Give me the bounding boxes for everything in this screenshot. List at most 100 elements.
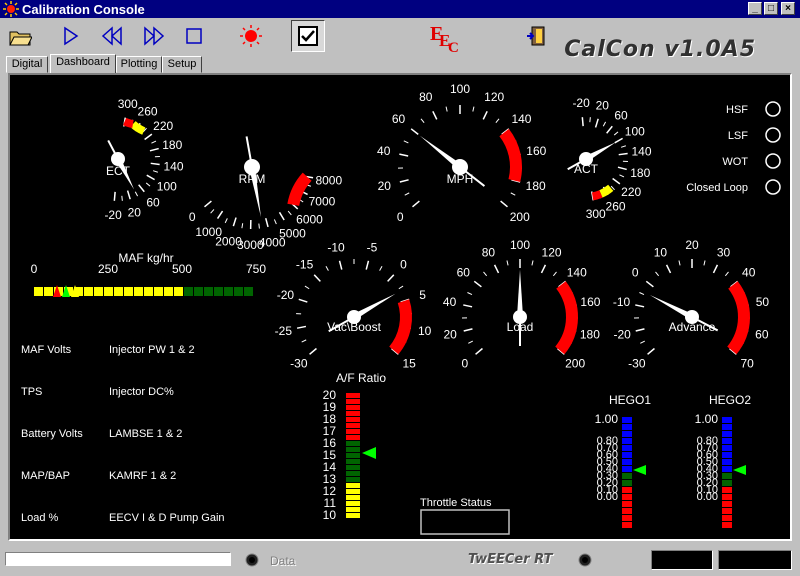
- advance-gauge-tick-label: -30: [628, 356, 646, 370]
- ect-gauge-tick: [121, 195, 123, 201]
- ect-gauge-tick-label: 60: [146, 196, 160, 210]
- hego-bar-segment: [622, 515, 632, 521]
- act-gauge-band-1: [591, 190, 603, 201]
- mph-gauge-tick-label: 200: [510, 210, 530, 224]
- rpm-gauge-label: RPM: [239, 172, 266, 186]
- rpm-gauge-tick: [287, 210, 292, 216]
- eec-button[interactable]: E E C: [428, 20, 464, 54]
- play-button[interactable]: [56, 22, 84, 50]
- data-label: Data: [270, 554, 296, 568]
- hego-bar-segment: [722, 508, 732, 514]
- checkbox-toggle-button[interactable]: [291, 20, 325, 52]
- minimize-button[interactable]: _: [748, 2, 762, 15]
- advance-gauge-tick: [647, 347, 655, 355]
- title-bar: Calibration Console _ □ ×: [0, 0, 800, 18]
- load-gauge-tick: [531, 260, 534, 266]
- hego-bar-segment: [722, 515, 732, 521]
- hego-bar-segment: [622, 431, 632, 437]
- indicator-led-icon: [765, 101, 781, 117]
- boost-gauge-tick-label: -5: [367, 240, 378, 254]
- load-gauge-tick-label: 80: [482, 245, 496, 259]
- load-gauge-tick: [506, 260, 509, 266]
- exit-door-icon: [527, 26, 545, 46]
- maximize-button[interactable]: □: [764, 2, 778, 15]
- rpm-gauge-tick-label: 5000: [279, 227, 306, 241]
- maf-bar-segment: [144, 287, 153, 296]
- boost-gauge-tick: [398, 285, 404, 290]
- advance-gauge-tick: [703, 260, 706, 266]
- window-title: Calibration Console: [22, 2, 145, 17]
- exit-button[interactable]: [523, 22, 551, 50]
- fast-forward-button[interactable]: [140, 22, 168, 50]
- hego-tick-label: 1.00: [595, 412, 619, 426]
- boost-gauge-tick-label: -15: [296, 258, 314, 272]
- advance-gauge-label: Advance: [669, 320, 716, 334]
- tab-dashboard[interactable]: Dashboard: [50, 54, 116, 74]
- hego-bar-segment: [722, 459, 732, 465]
- app-sun-icon: [3, 1, 19, 17]
- load-gauge-tick: [468, 340, 474, 344]
- maf-bar-segment: [174, 287, 183, 296]
- progress-bar: [5, 552, 231, 566]
- readout-label: MAP/BAP: [21, 470, 70, 482]
- load-gauge-tick: [467, 292, 473, 296]
- afr-pointer: [362, 447, 376, 459]
- load-gauge-tick-label: 0: [462, 356, 469, 370]
- act-gauge-tick: [613, 131, 619, 136]
- ect-gauge-tick-label: 180: [162, 138, 182, 152]
- stop-button[interactable]: [180, 22, 208, 50]
- hego-bar-segment: [722, 431, 732, 437]
- hego-bar-segment: [722, 494, 732, 500]
- boost-gauge-tick-label: -10: [327, 240, 345, 254]
- boost-gauge-tick: [304, 285, 310, 290]
- act-gauge-tick-label: 180: [630, 166, 650, 180]
- load-gauge-tick-label: 60: [457, 266, 471, 280]
- advance-gauge-tick: [724, 271, 729, 277]
- maf-bar-segment: [34, 287, 43, 296]
- boost-gauge-tick: [325, 265, 329, 271]
- record-button[interactable]: [237, 22, 265, 50]
- advance-gauge-tick: [665, 264, 672, 274]
- load-gauge-tick-label: 120: [542, 245, 562, 259]
- hego-bar-segment: [622, 452, 632, 458]
- throttle-status-box: [420, 509, 510, 535]
- mph-gauge-tick-label: 140: [511, 112, 531, 126]
- boost-gauge-tick-label: 0: [400, 258, 407, 272]
- advance-gauge-tick: [635, 304, 645, 308]
- play-icon: [64, 26, 79, 46]
- maf-bar-segment: [164, 287, 173, 296]
- hego-bar-segment: [722, 445, 732, 451]
- open-folder-button[interactable]: [6, 22, 34, 50]
- ect-gauge-tick: [144, 133, 153, 141]
- hego-pointer: [633, 465, 646, 475]
- indicator-label: Closed Loop: [686, 182, 748, 194]
- close-button[interactable]: ×: [781, 2, 795, 15]
- hego-bar-segment: [622, 424, 632, 430]
- act-gauge-tick: [612, 177, 621, 185]
- boost-gauge-band-0: [389, 299, 412, 355]
- advance-gauge-tick-label: 20: [685, 238, 699, 252]
- eec-logo-c: C: [448, 40, 459, 54]
- mph-gauge-tick: [500, 200, 508, 208]
- tab-plotting[interactable]: Plotting: [116, 56, 162, 73]
- act-gauge-tick: [619, 174, 625, 178]
- load-gauge-tick: [493, 264, 500, 274]
- ect-gauge-tick: [151, 140, 157, 144]
- load-gauge-tick: [473, 280, 482, 288]
- indicator-label: LSF: [728, 130, 748, 142]
- tab-setup[interactable]: Setup: [162, 56, 202, 73]
- tab-digital[interactable]: Digital: [6, 56, 48, 73]
- ect-gauge-tick-label: 260: [138, 104, 158, 118]
- boost-gauge-tick-label: -30: [290, 356, 308, 370]
- afr-bar-segment: [346, 399, 360, 404]
- act-gauge-tick: [617, 166, 627, 171]
- maximize-icon: □: [767, 3, 775, 14]
- maf-tick-label: 0: [31, 262, 38, 276]
- hego-bar-segment: [722, 417, 732, 423]
- hego-bar-segment: [722, 480, 732, 486]
- rewind-button[interactable]: [98, 22, 126, 50]
- maf-bar-segment: [104, 287, 113, 296]
- advance-gauge-tick-label: 40: [742, 266, 756, 280]
- afr-title: A/F Ratio: [336, 371, 386, 385]
- boost-gauge-tick: [309, 347, 317, 355]
